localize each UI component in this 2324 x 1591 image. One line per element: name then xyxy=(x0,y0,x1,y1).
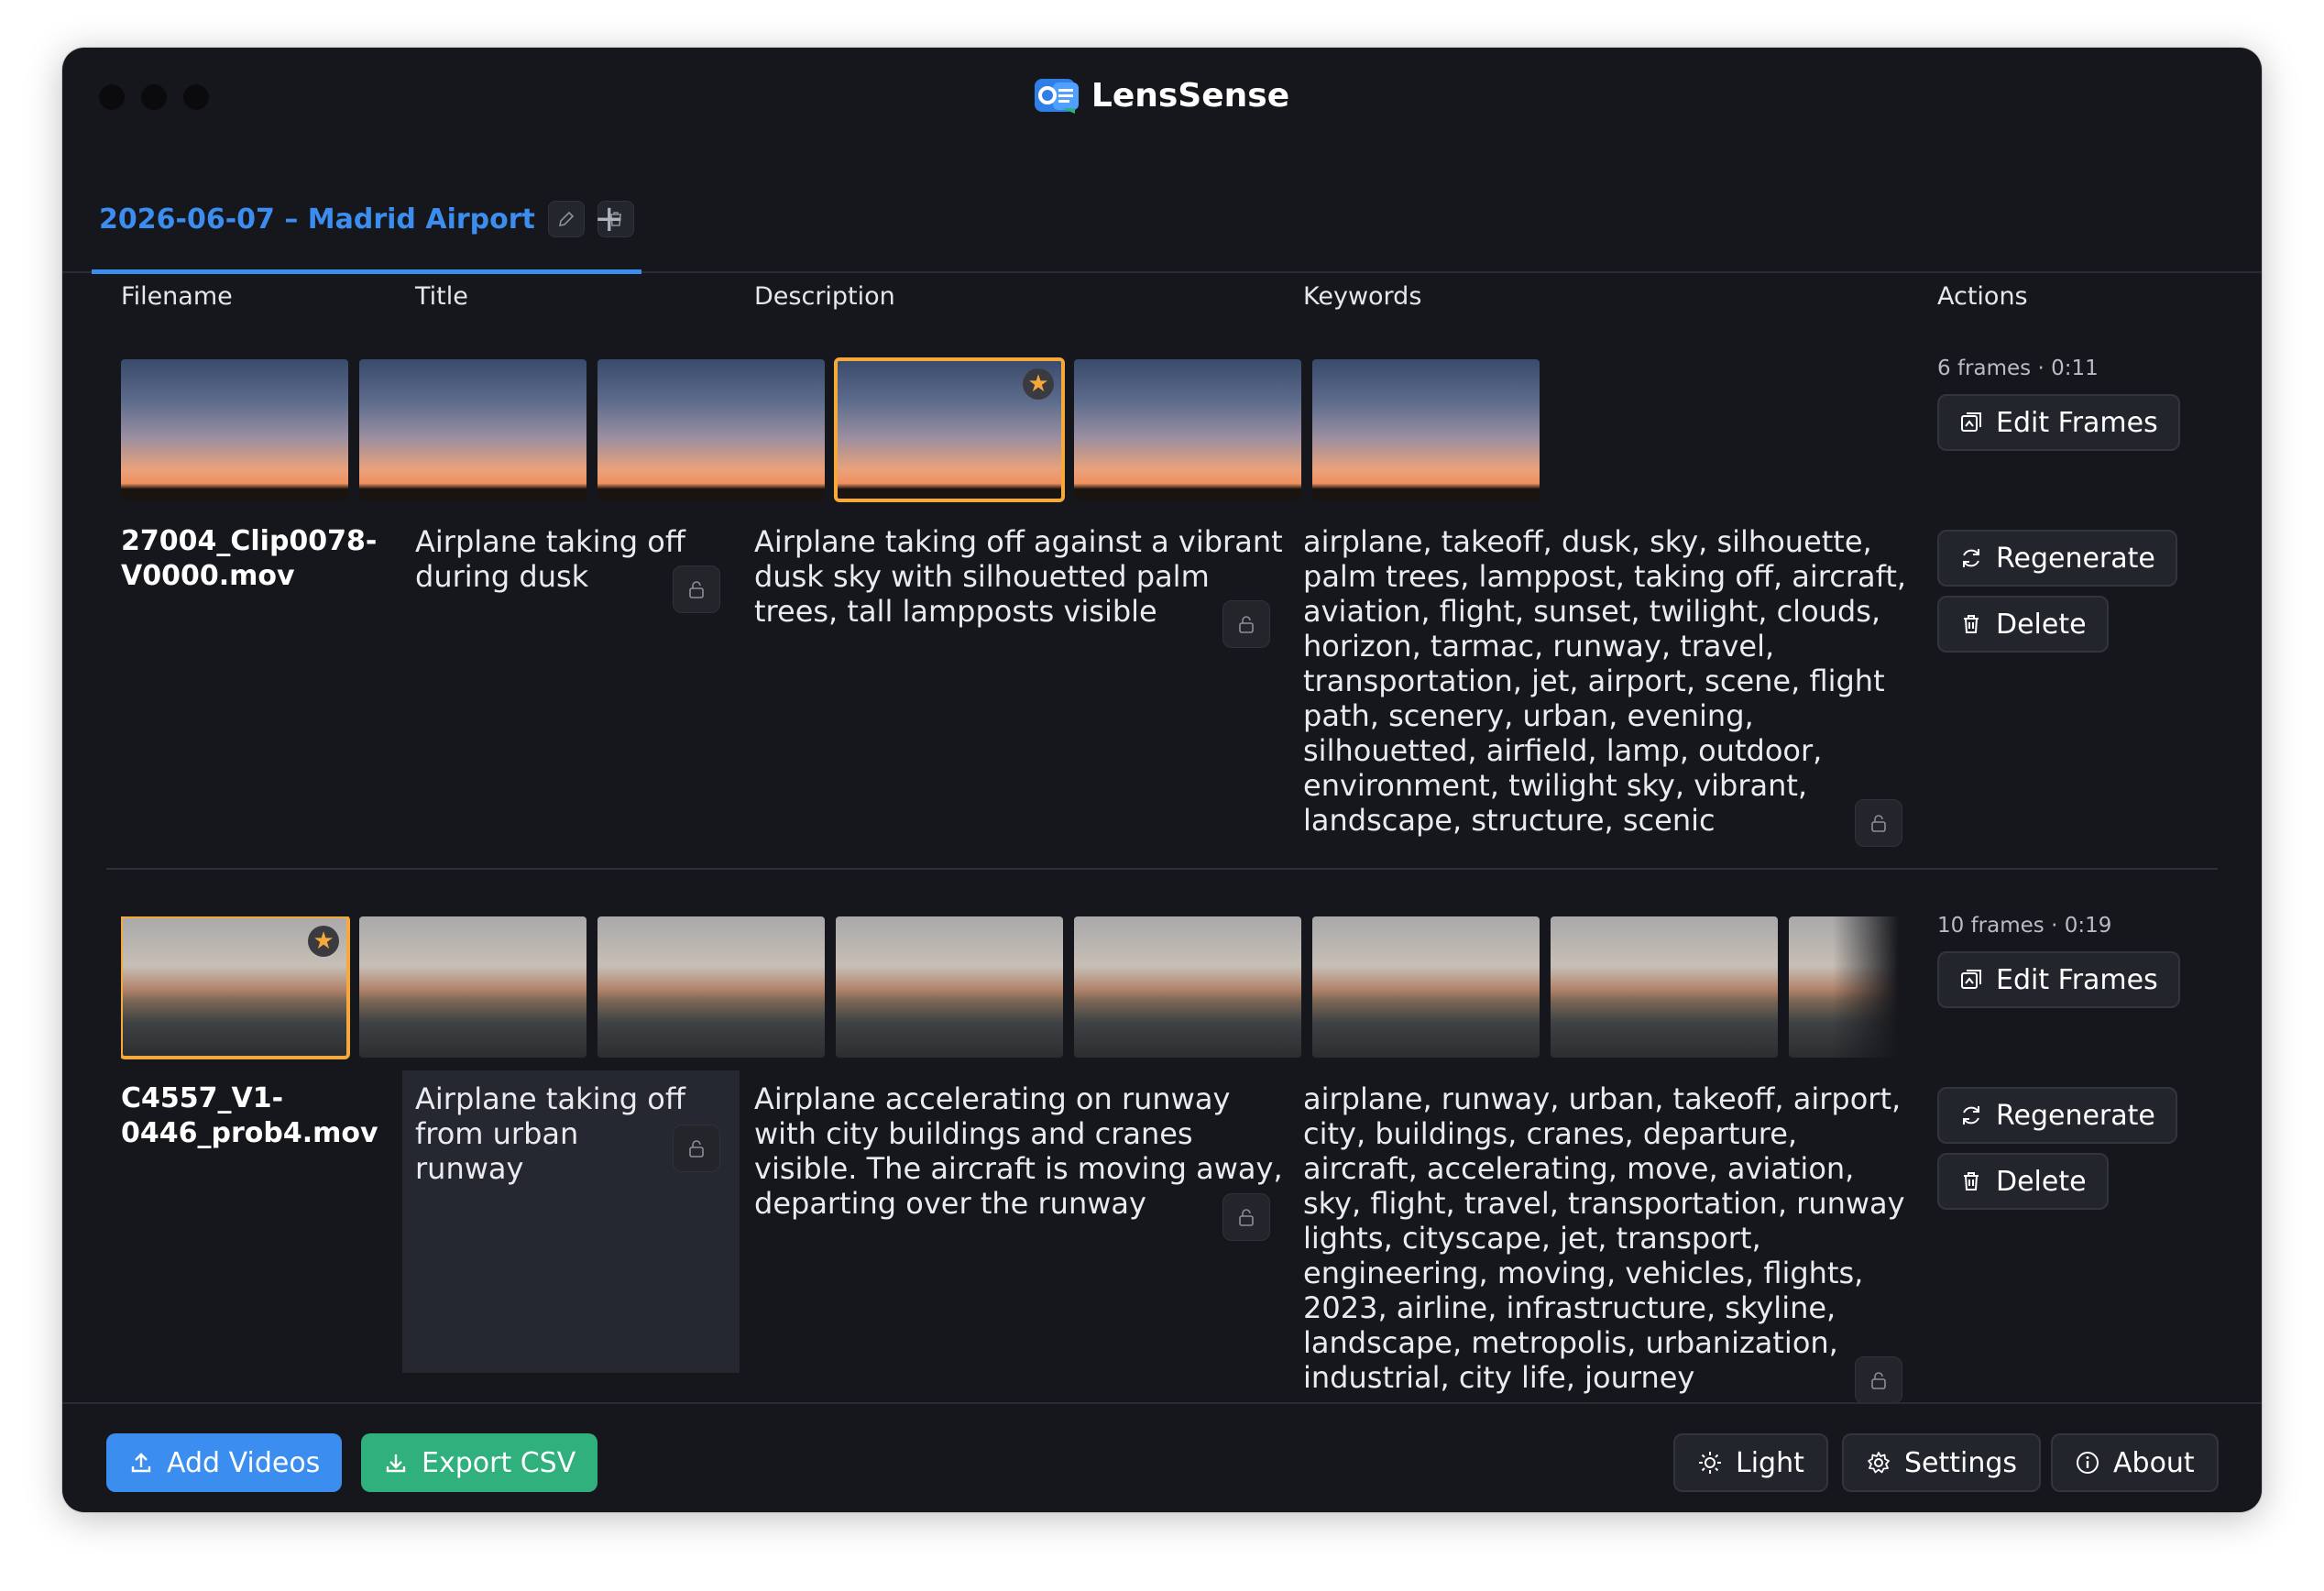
lock-icon xyxy=(689,1140,704,1158)
frame-thumbnail-selected[interactable]: ★ xyxy=(121,916,350,1059)
frame-thumbnail[interactable] xyxy=(359,359,586,500)
about-button[interactable]: About xyxy=(2051,1433,2219,1492)
app-title: LensSense xyxy=(1091,76,1290,115)
frame-thumbnail[interactable] xyxy=(1074,359,1301,500)
column-header-keywords: Keywords xyxy=(1303,282,1422,311)
trash-icon xyxy=(1964,615,1979,633)
light-label: Light xyxy=(1736,1446,1804,1479)
settings-label: Settings xyxy=(1904,1446,2018,1479)
info-icon xyxy=(2077,1452,2099,1474)
column-header-filename: Filename xyxy=(121,282,233,311)
light-theme-button[interactable]: Light xyxy=(1673,1433,1828,1492)
regenerate-label: Regenerate xyxy=(1996,542,2155,575)
delete-label: Delete xyxy=(1996,608,2087,641)
row-filename: C4557_V1-0446_prob4.mov xyxy=(121,1082,378,1149)
lock-description-button[interactable] xyxy=(1222,600,1270,648)
trash-icon xyxy=(1964,1172,1979,1191)
lock-icon xyxy=(1239,616,1254,633)
star-icon: ★ xyxy=(1023,368,1054,400)
frame-thumbnail[interactable] xyxy=(597,359,825,500)
regenerate-button[interactable]: Regenerate xyxy=(1937,1087,2177,1144)
frame-thumbnail[interactable] xyxy=(1074,916,1301,1058)
lock-title-button[interactable] xyxy=(673,1125,720,1172)
lock-icon xyxy=(1871,815,1886,832)
pencil-icon xyxy=(558,211,575,227)
frame-thumbnail[interactable] xyxy=(1551,916,1778,1058)
column-header-title: Title xyxy=(415,282,468,311)
frame-thumbnail[interactable] xyxy=(359,916,586,1058)
footer-bar: Add Videos Export CSV Light Settings Abo… xyxy=(62,1402,2262,1512)
row-keywords[interactable]: airplane, takeoff, dusk, sky, silhouette… xyxy=(1303,524,1908,838)
delete-label: Delete xyxy=(1996,1165,2087,1198)
frame-strip: ★ xyxy=(121,916,1967,1061)
row-keywords[interactable]: airplane, runway, urban, takeoff, airpor… xyxy=(1303,1081,1913,1395)
row-title[interactable]: Airplane taking off during dusk xyxy=(415,524,690,594)
frames-duration: 10 frames · 0:19 xyxy=(1937,914,2112,938)
frame-thumbnail[interactable] xyxy=(1789,916,1899,1058)
upload-icon xyxy=(131,1453,151,1473)
about-label: About xyxy=(2113,1446,2195,1479)
row-description[interactable]: Airplane accelerating on runway with cit… xyxy=(754,1081,1295,1221)
app-window: LensSense 2026-06-07 – Madrid Airport + … xyxy=(62,48,2262,1512)
app-title-bar: LensSense xyxy=(62,75,2262,115)
edit-frames-label: Edit Frames xyxy=(1996,406,2158,439)
lock-keywords-button[interactable] xyxy=(1855,799,1902,847)
edit-frames-button[interactable]: Edit Frames xyxy=(1937,394,2180,451)
regenerate-button[interactable]: Regenerate xyxy=(1937,530,2177,587)
export-csv-button[interactable]: Export CSV xyxy=(361,1433,598,1492)
row-divider xyxy=(106,868,2218,870)
add-videos-button[interactable]: Add Videos xyxy=(106,1433,343,1492)
row-filename: 27004_Clip0078-V0000.mov xyxy=(121,525,378,592)
rename-tab-button[interactable] xyxy=(547,201,585,237)
lock-keywords-button[interactable] xyxy=(1855,1356,1902,1404)
delete-button[interactable]: Delete xyxy=(1937,596,2109,653)
frame-thumbnail[interactable] xyxy=(121,359,348,500)
export-csv-label: Export CSV xyxy=(422,1446,576,1479)
tab-label: 2026-06-07 – Madrid Airport xyxy=(99,203,535,236)
refresh-icon xyxy=(1963,1106,1979,1125)
frames-duration: 6 frames · 0:11 xyxy=(1937,357,2099,380)
row-description[interactable]: Airplane taking off against a vibrant du… xyxy=(754,524,1286,629)
gear-icon xyxy=(1868,1452,1890,1474)
lock-icon xyxy=(1871,1372,1886,1389)
frame-thumbnail-selected[interactable]: ★ xyxy=(834,357,1065,502)
refresh-icon xyxy=(1963,549,1979,567)
add-videos-label: Add Videos xyxy=(167,1446,321,1479)
add-tab-button[interactable]: + xyxy=(594,196,625,242)
settings-button[interactable]: Settings xyxy=(1842,1433,2042,1492)
lock-title-button[interactable] xyxy=(673,565,720,613)
frame-thumbnail[interactable] xyxy=(597,916,825,1058)
delete-button[interactable]: Delete xyxy=(1937,1153,2109,1210)
sun-icon xyxy=(1699,1452,1721,1474)
column-header-actions: Actions xyxy=(1937,282,2028,311)
star-icon: ★ xyxy=(308,926,339,957)
frame-thumbnail[interactable] xyxy=(1312,359,1540,500)
lock-description-button[interactable] xyxy=(1222,1193,1270,1241)
frame-strip: ★ xyxy=(121,357,1540,504)
edit-frames-icon xyxy=(1961,412,1981,432)
frame-thumbnail[interactable] xyxy=(1312,916,1540,1058)
edit-frames-button[interactable]: Edit Frames xyxy=(1937,951,2180,1008)
lenssense-logo-icon xyxy=(1034,75,1079,115)
edit-frames-label: Edit Frames xyxy=(1996,963,2158,996)
lock-icon xyxy=(1239,1209,1254,1226)
edit-frames-icon xyxy=(1961,970,1981,989)
lock-icon xyxy=(689,581,704,598)
frame-thumbnail[interactable] xyxy=(836,916,1063,1058)
row-title[interactable]: Airplane taking off from urban runway xyxy=(415,1081,690,1186)
tab-bar: 2026-06-07 – Madrid Airport + xyxy=(62,169,2262,274)
regenerate-label: Regenerate xyxy=(1996,1099,2155,1132)
tab-madrid-airport[interactable]: 2026-06-07 – Madrid Airport xyxy=(92,169,641,274)
column-header-description: Description xyxy=(754,282,895,311)
download-icon xyxy=(386,1454,406,1473)
